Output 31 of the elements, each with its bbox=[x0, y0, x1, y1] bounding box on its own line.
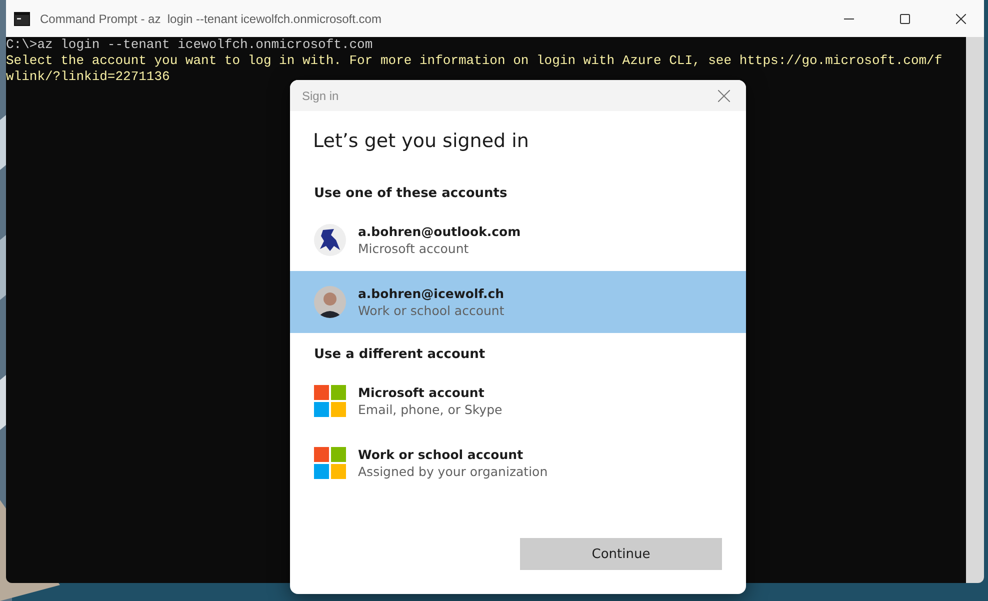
windows-logo-icon bbox=[314, 447, 346, 479]
section-heading: Use a different account bbox=[314, 347, 486, 362]
console-line: Select the account you want to log in with. For more information on login with Azure CLI, see https://go.microsoft.com/f bbox=[6, 53, 942, 69]
account-detail: Assigned by your organization bbox=[358, 464, 548, 479]
section-heading: Use one of these accounts bbox=[314, 186, 508, 201]
dialog-title: Sign in bbox=[302, 88, 340, 102]
account-detail: Work or school account bbox=[358, 303, 504, 318]
account-detail: Microsoft account bbox=[358, 241, 470, 256]
avatar-icon bbox=[314, 286, 346, 318]
account-name: Work or school account bbox=[358, 447, 524, 462]
close-icon bbox=[718, 90, 730, 102]
avatar-icon bbox=[314, 224, 346, 256]
account-name: Microsoft account bbox=[358, 385, 486, 400]
account-name: a.bohren@outlook.com bbox=[358, 224, 521, 239]
account-option[interactable]: a.bohren@outlook.com Microsoft account bbox=[290, 209, 746, 271]
scrollbar[interactable] bbox=[966, 37, 984, 583]
console-line: wlink/?linkid=2271136 bbox=[6, 69, 170, 85]
terminal-icon bbox=[14, 12, 30, 26]
console-line: C:\>az login --tenant icewolfch.onmicrosoft.com bbox=[6, 37, 373, 53]
maximize-icon bbox=[900, 14, 910, 24]
continue-button[interactable]: Continue bbox=[520, 538, 722, 570]
account-option[interactable]: Microsoft account Email, phone, or Skype bbox=[290, 370, 746, 432]
window-title: Command Prompt - az login --tenant icewolfch.onmicrosoft.com bbox=[40, 12, 382, 26]
close-icon bbox=[956, 14, 966, 24]
account-detail: Email, phone, or Skype bbox=[358, 402, 502, 417]
dialog-heading: Let’s get you signed in bbox=[313, 130, 529, 152]
account-option[interactable]: Work or school account Assigned by your organization bbox=[290, 432, 746, 494]
windows-logo-icon bbox=[314, 385, 346, 417]
minimize-icon bbox=[844, 18, 854, 20]
account-option[interactable]: a.bohren@icewolf.ch Work or school account bbox=[290, 271, 746, 333]
account-name: a.bohren@icewolf.ch bbox=[358, 286, 504, 301]
